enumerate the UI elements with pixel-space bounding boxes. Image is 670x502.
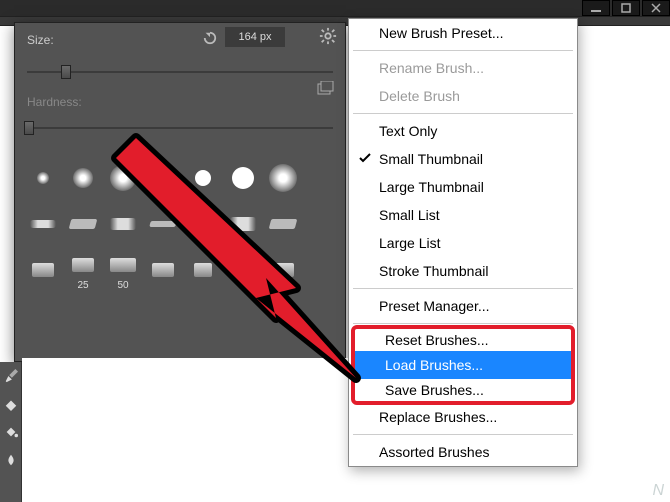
menu-separator [353,434,573,435]
brush-preset[interactable] [23,247,63,293]
brush-preset[interactable] [223,247,263,293]
close-button[interactable] [642,0,670,16]
brush-picker-panel: Size: 164 px Hardness: 25 50 [14,22,346,362]
titlebar [0,0,670,16]
menu-replace-brushes[interactable]: Replace Brushes... [349,403,577,431]
brush-preset[interactable] [103,201,143,247]
blur-tool-icon[interactable] [1,446,21,474]
menu-small-list[interactable]: Small List [349,201,577,229]
maximize-button[interactable] [612,0,640,16]
brush-preset[interactable] [183,201,223,247]
brush-preset[interactable] [23,155,63,201]
menu-text-only[interactable]: Text Only [349,117,577,145]
hardness-label: Hardness: [27,95,82,109]
brush-preset[interactable] [223,201,263,247]
menu-separator [353,288,573,289]
size-label: Size: [27,33,54,47]
minimize-button[interactable] [582,0,610,16]
brush-preset[interactable] [263,201,303,247]
brush-preset[interactable] [23,201,63,247]
brush-preset[interactable] [263,155,303,201]
eraser-tool-icon[interactable] [1,390,21,418]
brush-preset[interactable] [143,247,183,293]
menu-new-preset[interactable]: New Brush Preset... [349,19,577,47]
brush-preset[interactable] [183,247,223,293]
hardness-slider[interactable] [27,121,333,135]
brush-flyout-menu: New Brush Preset... Rename Brush... Dele… [348,18,578,467]
menu-preset-manager[interactable]: Preset Manager... [349,292,577,320]
menu-assorted-brushes[interactable]: Assorted Brushes [349,438,577,466]
brush-grid: 25 50 [23,155,337,293]
brush-preset[interactable]: 25 [63,247,103,293]
brush-preset[interactable]: 50 [103,247,143,293]
slider-thumb[interactable] [24,121,34,135]
brush-preset[interactable] [103,155,143,201]
menu-large-thumbnail[interactable]: Large Thumbnail [349,173,577,201]
brush-preset[interactable] [63,155,103,201]
menu-separator [353,113,573,114]
size-value: 164 px [238,31,271,43]
brush-preset[interactable] [263,247,303,293]
menu-delete-brush: Delete Brush [349,82,577,110]
brush-size-label: 25 [77,280,88,291]
gear-icon[interactable] [319,27,337,45]
highlight-callout: Reset Brushes... Load Brushes... Save Br… [351,325,575,405]
size-slider[interactable] [27,65,333,79]
tools-panel [0,362,22,502]
brush-preset[interactable] [143,201,183,247]
new-brush-icon[interactable] [317,81,335,95]
bucket-tool-icon[interactable] [1,418,21,446]
menu-load-brushes[interactable]: Load Brushes... [355,351,571,379]
brush-tool-icon[interactable] [1,362,21,390]
reset-size-icon[interactable] [201,31,219,45]
menu-small-thumbnail[interactable]: Small Thumbnail [349,145,577,173]
menu-rename-brush: Rename Brush... [349,54,577,82]
menu-large-list[interactable]: Large List [349,229,577,257]
slider-thumb[interactable] [61,65,71,79]
menu-stroke-thumbnail[interactable]: Stroke Thumbnail [349,257,577,285]
brush-preset[interactable] [63,201,103,247]
size-input[interactable]: 164 px [225,27,285,47]
menu-reset-brushes[interactable]: Reset Brushes... [355,329,571,351]
menu-separator [353,323,573,324]
check-icon [359,152,371,164]
brush-size-label: 50 [117,280,128,291]
menu-save-brushes[interactable]: Save Brushes... [355,379,571,401]
brush-preset[interactable] [223,155,263,201]
brush-preset[interactable] [143,155,183,201]
brush-preset[interactable] [183,155,223,201]
menu-separator [353,50,573,51]
watermark: N [652,482,664,500]
